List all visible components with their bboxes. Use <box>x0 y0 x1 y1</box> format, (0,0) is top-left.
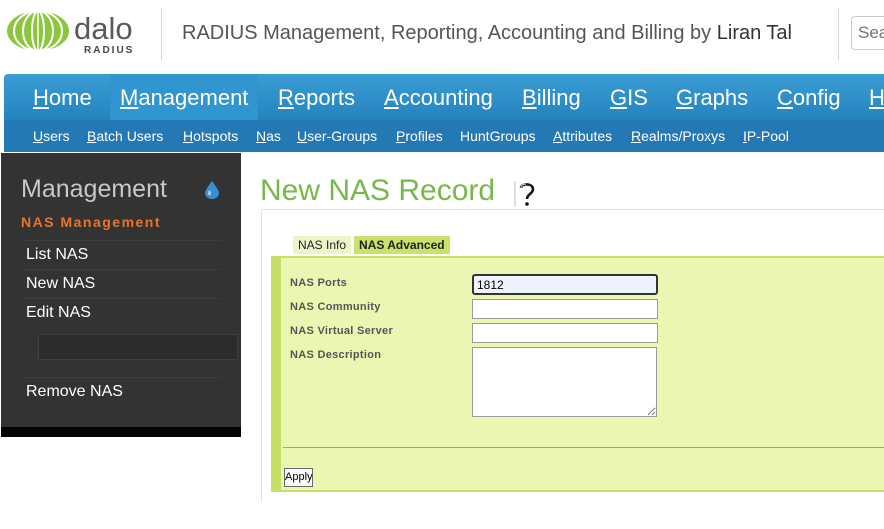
nav-home[interactable]: Home <box>33 74 92 120</box>
search-input[interactable] <box>852 17 884 49</box>
logo-text-top: dalo <box>74 11 133 46</box>
subnav-realms-proxys[interactable]: Realms/Proxys <box>631 120 725 152</box>
subnav-batch-users[interactable]: Batch Users <box>87 120 163 152</box>
sidebar-title: Management <box>21 175 167 203</box>
question-mark-icon[interactable] <box>513 179 537 209</box>
site-title-text: RADIUS Management, Reporting, Accounting… <box>182 22 712 44</box>
nav-config[interactable]: Config <box>777 74 841 120</box>
nas-virtual-server-input[interactable] <box>472 323 658 343</box>
nas-ports-label: NAS Ports <box>290 277 348 289</box>
nas-description-textarea[interactable] <box>472 347 657 417</box>
sidebar-item-remove-nas[interactable]: Remove NAS <box>21 377 221 405</box>
sidebar-item-list-nas[interactable]: List NAS <box>21 240 221 268</box>
subnav-users[interactable]: Users <box>33 120 70 152</box>
page-title: New NAS Record <box>260 174 496 207</box>
logo-text-bottom: RADIUS <box>84 45 134 56</box>
nas-ports-input[interactable] <box>472 274 658 295</box>
nav-billing[interactable]: Billing <box>522 74 581 120</box>
subnav-user-groups[interactable]: User-Groups <box>297 120 377 152</box>
apply-button[interactable]: Apply <box>284 468 313 487</box>
header: dalo RADIUS RADIUS Management, Reporting… <box>0 0 884 70</box>
sidebar: Management NAS Management List NAS New N… <box>1 153 241 437</box>
subnav-hotspots[interactable]: Hotspots <box>183 120 238 152</box>
sidebar-item-edit-nas[interactable]: Edit NAS <box>21 298 221 326</box>
header-divider <box>161 8 162 60</box>
nas-community-label: NAS Community <box>290 301 381 313</box>
main-nav: Home Management Reports Accounting Billi… <box>4 74 884 120</box>
nav-reports[interactable]: Reports <box>278 74 355 120</box>
subnav-huntgroups[interactable]: HuntGroups <box>460 120 535 152</box>
water-drop-icon <box>205 181 219 199</box>
dalo-logo[interactable]: dalo RADIUS <box>4 8 142 60</box>
search-box[interactable] <box>851 16 884 50</box>
globe-logo-icon: dalo RADIUS <box>7 10 134 56</box>
nav-graphs[interactable]: Graphs <box>676 74 748 120</box>
subnav-profiles[interactable]: Profiles <box>396 120 443 152</box>
tab-nas-info[interactable]: NAS Info <box>293 236 352 254</box>
subnav-attributes[interactable]: Attributes <box>553 120 612 152</box>
nas-virtual-server-label: NAS Virtual Server <box>290 325 394 337</box>
nav-gis[interactable]: GIS <box>610 74 648 120</box>
site-title: RADIUS Management, Reporting, Accounting… <box>182 22 792 45</box>
sidebar-subtitle: NAS Management <box>21 214 162 230</box>
subnav-nas[interactable]: Nas <box>256 120 281 152</box>
nav-management[interactable]: Management <box>110 74 259 120</box>
sub-nav: Users Batch Users Hotspots Nas User-Grou… <box>4 120 884 152</box>
header-divider <box>838 8 839 60</box>
nav-help[interactable]: H <box>869 74 884 120</box>
tab-nas-advanced[interactable]: NAS Advanced <box>354 236 450 254</box>
nas-description-label: NAS Description <box>290 349 382 361</box>
sidebar-item-new-nas[interactable]: New NAS <box>21 269 221 297</box>
form-divider <box>283 447 884 448</box>
site-author[interactable]: Liran Tal <box>717 22 792 44</box>
subnav-ip-pool[interactable]: IP-Pool <box>743 120 789 152</box>
nav-accounting[interactable]: Accounting <box>384 74 493 120</box>
nas-community-input[interactable] <box>472 299 658 319</box>
sidebar-nas-input[interactable] <box>38 334 238 360</box>
